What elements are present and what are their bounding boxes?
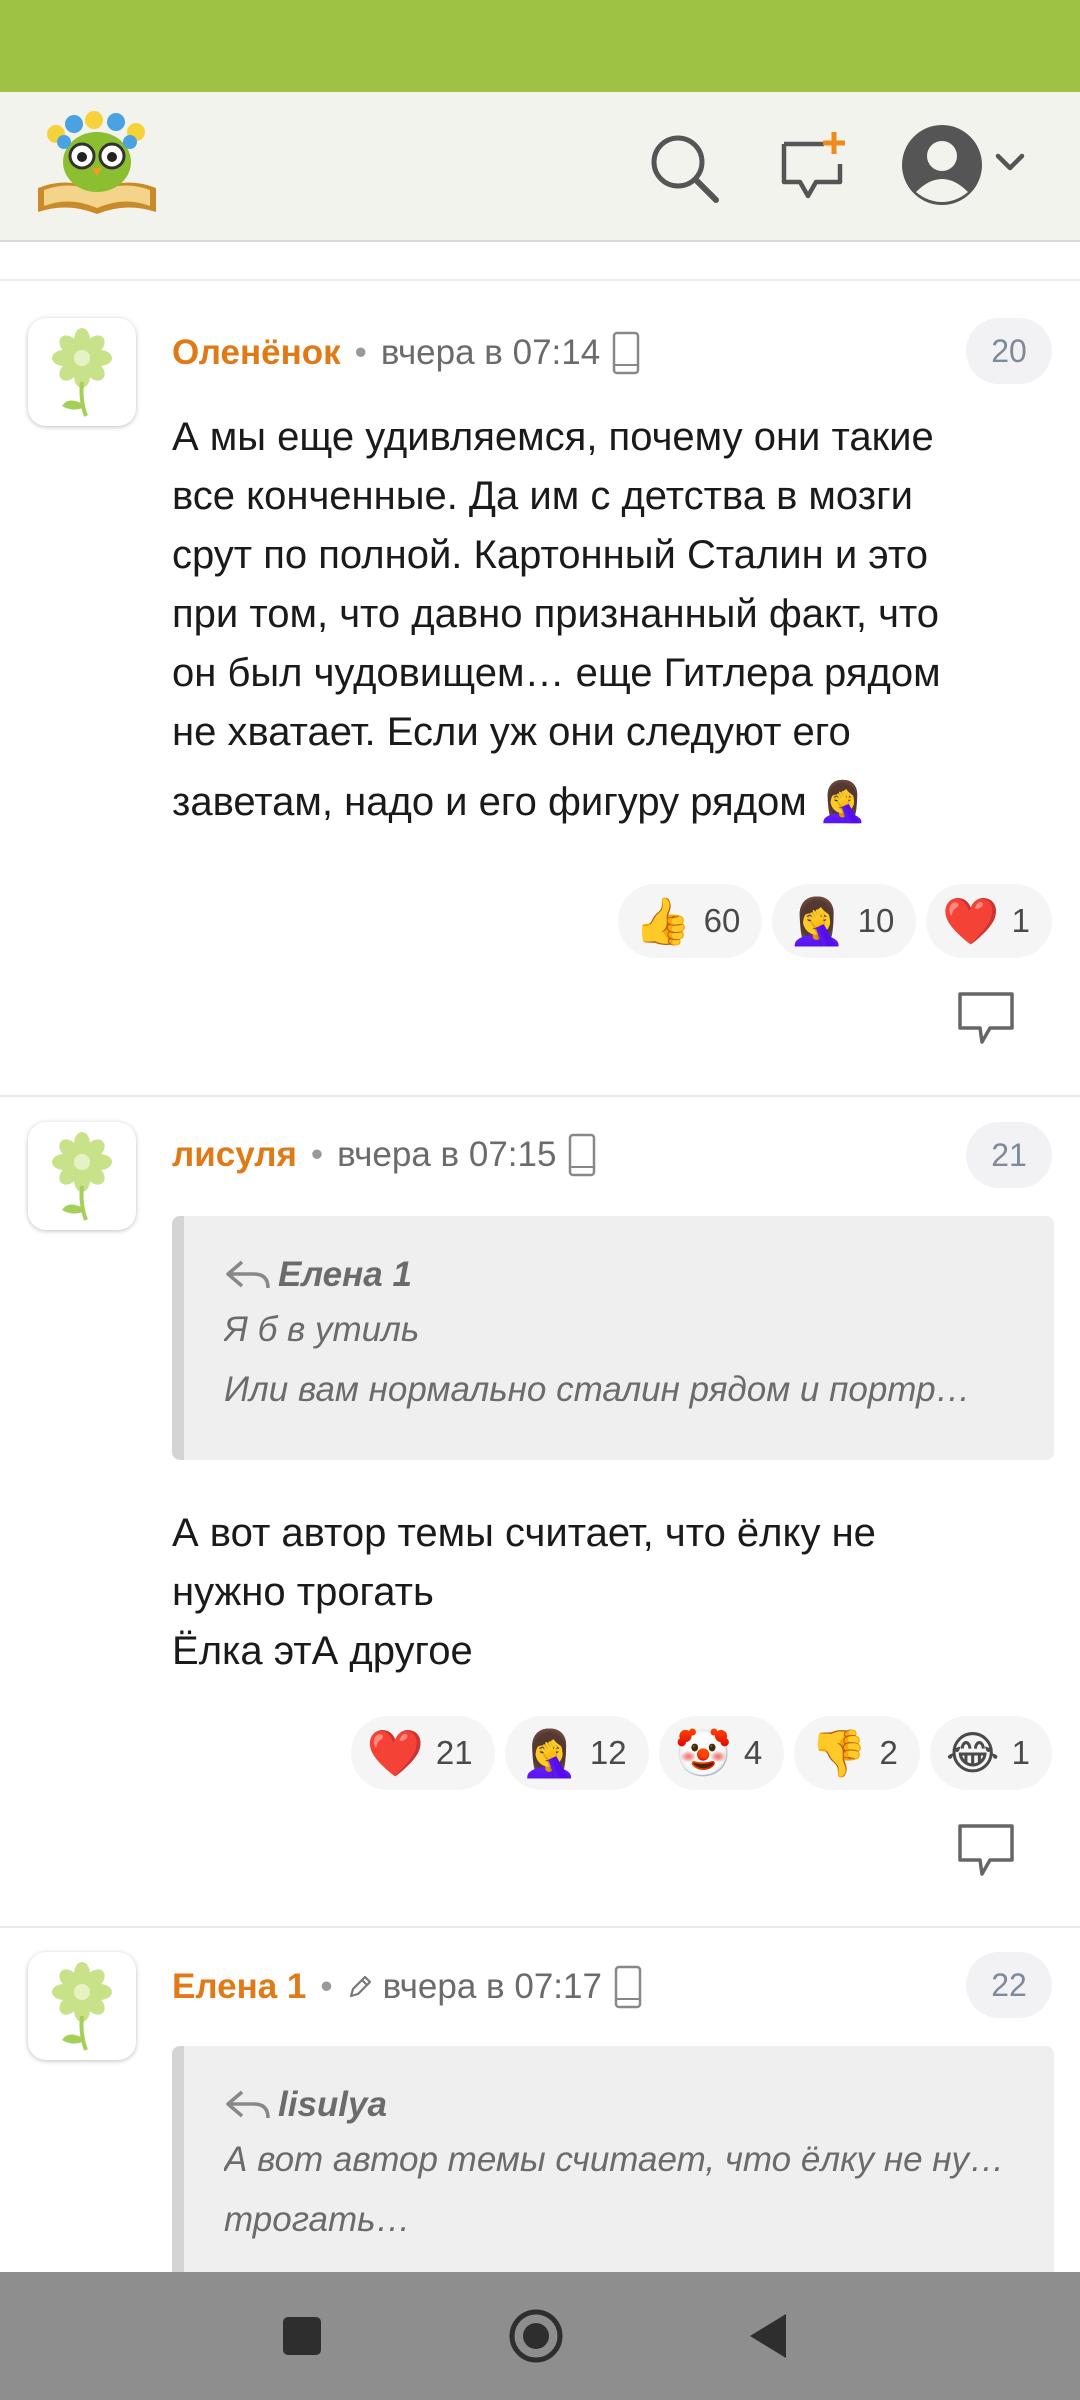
reply-comment-icon[interactable] xyxy=(956,990,1016,1046)
timestamp[interactable]: вчера в 07:15 xyxy=(337,1135,556,1175)
author-name[interactable]: Елена 1 xyxy=(172,1967,306,2007)
app-header xyxy=(0,92,1080,242)
mobile-device-icon xyxy=(614,1965,642,2009)
quoted-comment[interactable]: Елена 1 Я б в утиль Или вам нормально ст… xyxy=(172,1216,1054,1460)
quoted-author: lisulya xyxy=(278,2085,387,2124)
divider xyxy=(0,279,1080,281)
edited-pencil-icon xyxy=(349,1975,371,1998)
comment-meta: Оленёнок • вчера в 07:14 xyxy=(172,328,640,378)
quoted-line: А вот автор темы считает, что ёлку не ну… xyxy=(224,2140,1014,2179)
back-icon[interactable] xyxy=(746,2312,790,2360)
comment-meta: лисуля • вчера в 07:15 xyxy=(172,1130,596,1180)
reaction-heart[interactable]: ❤️ 1 xyxy=(926,884,1052,958)
reaction-laugh[interactable]: 😂 1 xyxy=(929,1716,1052,1790)
reactions-bar: 👍 60 🤦‍♀️ 10 ❤️ 1 xyxy=(618,884,1052,958)
flower-icon xyxy=(52,328,112,417)
reply-arrow-icon xyxy=(226,2090,270,2119)
author-name[interactable]: лисуля xyxy=(172,1135,297,1175)
search-icon[interactable] xyxy=(648,132,720,204)
avatar[interactable] xyxy=(28,318,136,426)
avatar[interactable] xyxy=(28,1952,136,2060)
separator-dot: • xyxy=(320,1967,333,2006)
new-post-icon[interactable] xyxy=(778,130,850,202)
status-bar xyxy=(0,0,1080,92)
reactions-bar: ❤️ 21 🤦‍♀️ 12 🤡 4 👎 2 😂 1 xyxy=(350,1716,1052,1790)
reaction-like[interactable]: 👍 60 xyxy=(618,884,763,958)
avatar[interactable] xyxy=(28,1122,136,1230)
recent-apps-icon[interactable] xyxy=(282,2316,322,2356)
chevron-down-icon xyxy=(995,153,1025,171)
comment-text: А вот автор темы считает, что ёлку не ну… xyxy=(172,1511,876,1673)
reaction-clown[interactable]: 🤡 4 xyxy=(658,1716,785,1790)
reply-arrow-icon xyxy=(226,1260,270,1289)
comment-number[interactable]: 20 xyxy=(966,318,1052,384)
separator-dot: • xyxy=(354,333,367,372)
timestamp[interactable]: вчера в 07:17 xyxy=(383,1967,602,2007)
comment-number[interactable]: 22 xyxy=(966,1952,1052,2018)
author-name[interactable]: Оленёнок xyxy=(172,333,341,373)
mobile-device-icon xyxy=(612,331,640,375)
reaction-heart[interactable]: ❤️ 21 xyxy=(350,1716,495,1790)
comment-text: А мы еще удивляемся, почему они такие вс… xyxy=(172,415,941,824)
user-avatar-icon[interactable] xyxy=(900,122,1032,212)
owl-on-book-logo[interactable] xyxy=(34,110,160,218)
quoted-author: Елена 1 xyxy=(278,1255,412,1294)
mobile-device-icon xyxy=(569,1133,596,1177)
comment-divider xyxy=(0,1095,1080,1097)
flower-icon xyxy=(52,1132,112,1221)
flower-icon xyxy=(52,1962,112,2051)
reaction-facepalm[interactable]: 🤦‍♀️ 12 xyxy=(504,1716,649,1790)
comment-meta: Елена 1 • вчера в 07:17 xyxy=(172,1962,642,2012)
comment-number[interactable]: 21 xyxy=(966,1122,1052,1188)
reaction-dislike[interactable]: 👎 2 xyxy=(794,1716,920,1790)
quoted-line: Или вам нормально сталин рядом и портр… xyxy=(224,1370,971,1409)
comment-divider xyxy=(0,1926,1080,1928)
quoted-line: трогать… xyxy=(224,2200,411,2239)
quoted-comment[interactable]: lisulya А вот автор темы считает, что ёл… xyxy=(172,2046,1054,2286)
quoted-line: Я б в утиль xyxy=(224,1310,420,1349)
home-icon[interactable] xyxy=(508,2308,564,2364)
timestamp[interactable]: вчера в 07:14 xyxy=(381,333,600,373)
separator-dot: • xyxy=(310,1135,324,1174)
reaction-facepalm[interactable]: 🤦‍♀️ 10 xyxy=(772,884,917,958)
system-navigation-bar xyxy=(0,2272,1080,2400)
reply-comment-icon[interactable] xyxy=(956,1822,1016,1878)
